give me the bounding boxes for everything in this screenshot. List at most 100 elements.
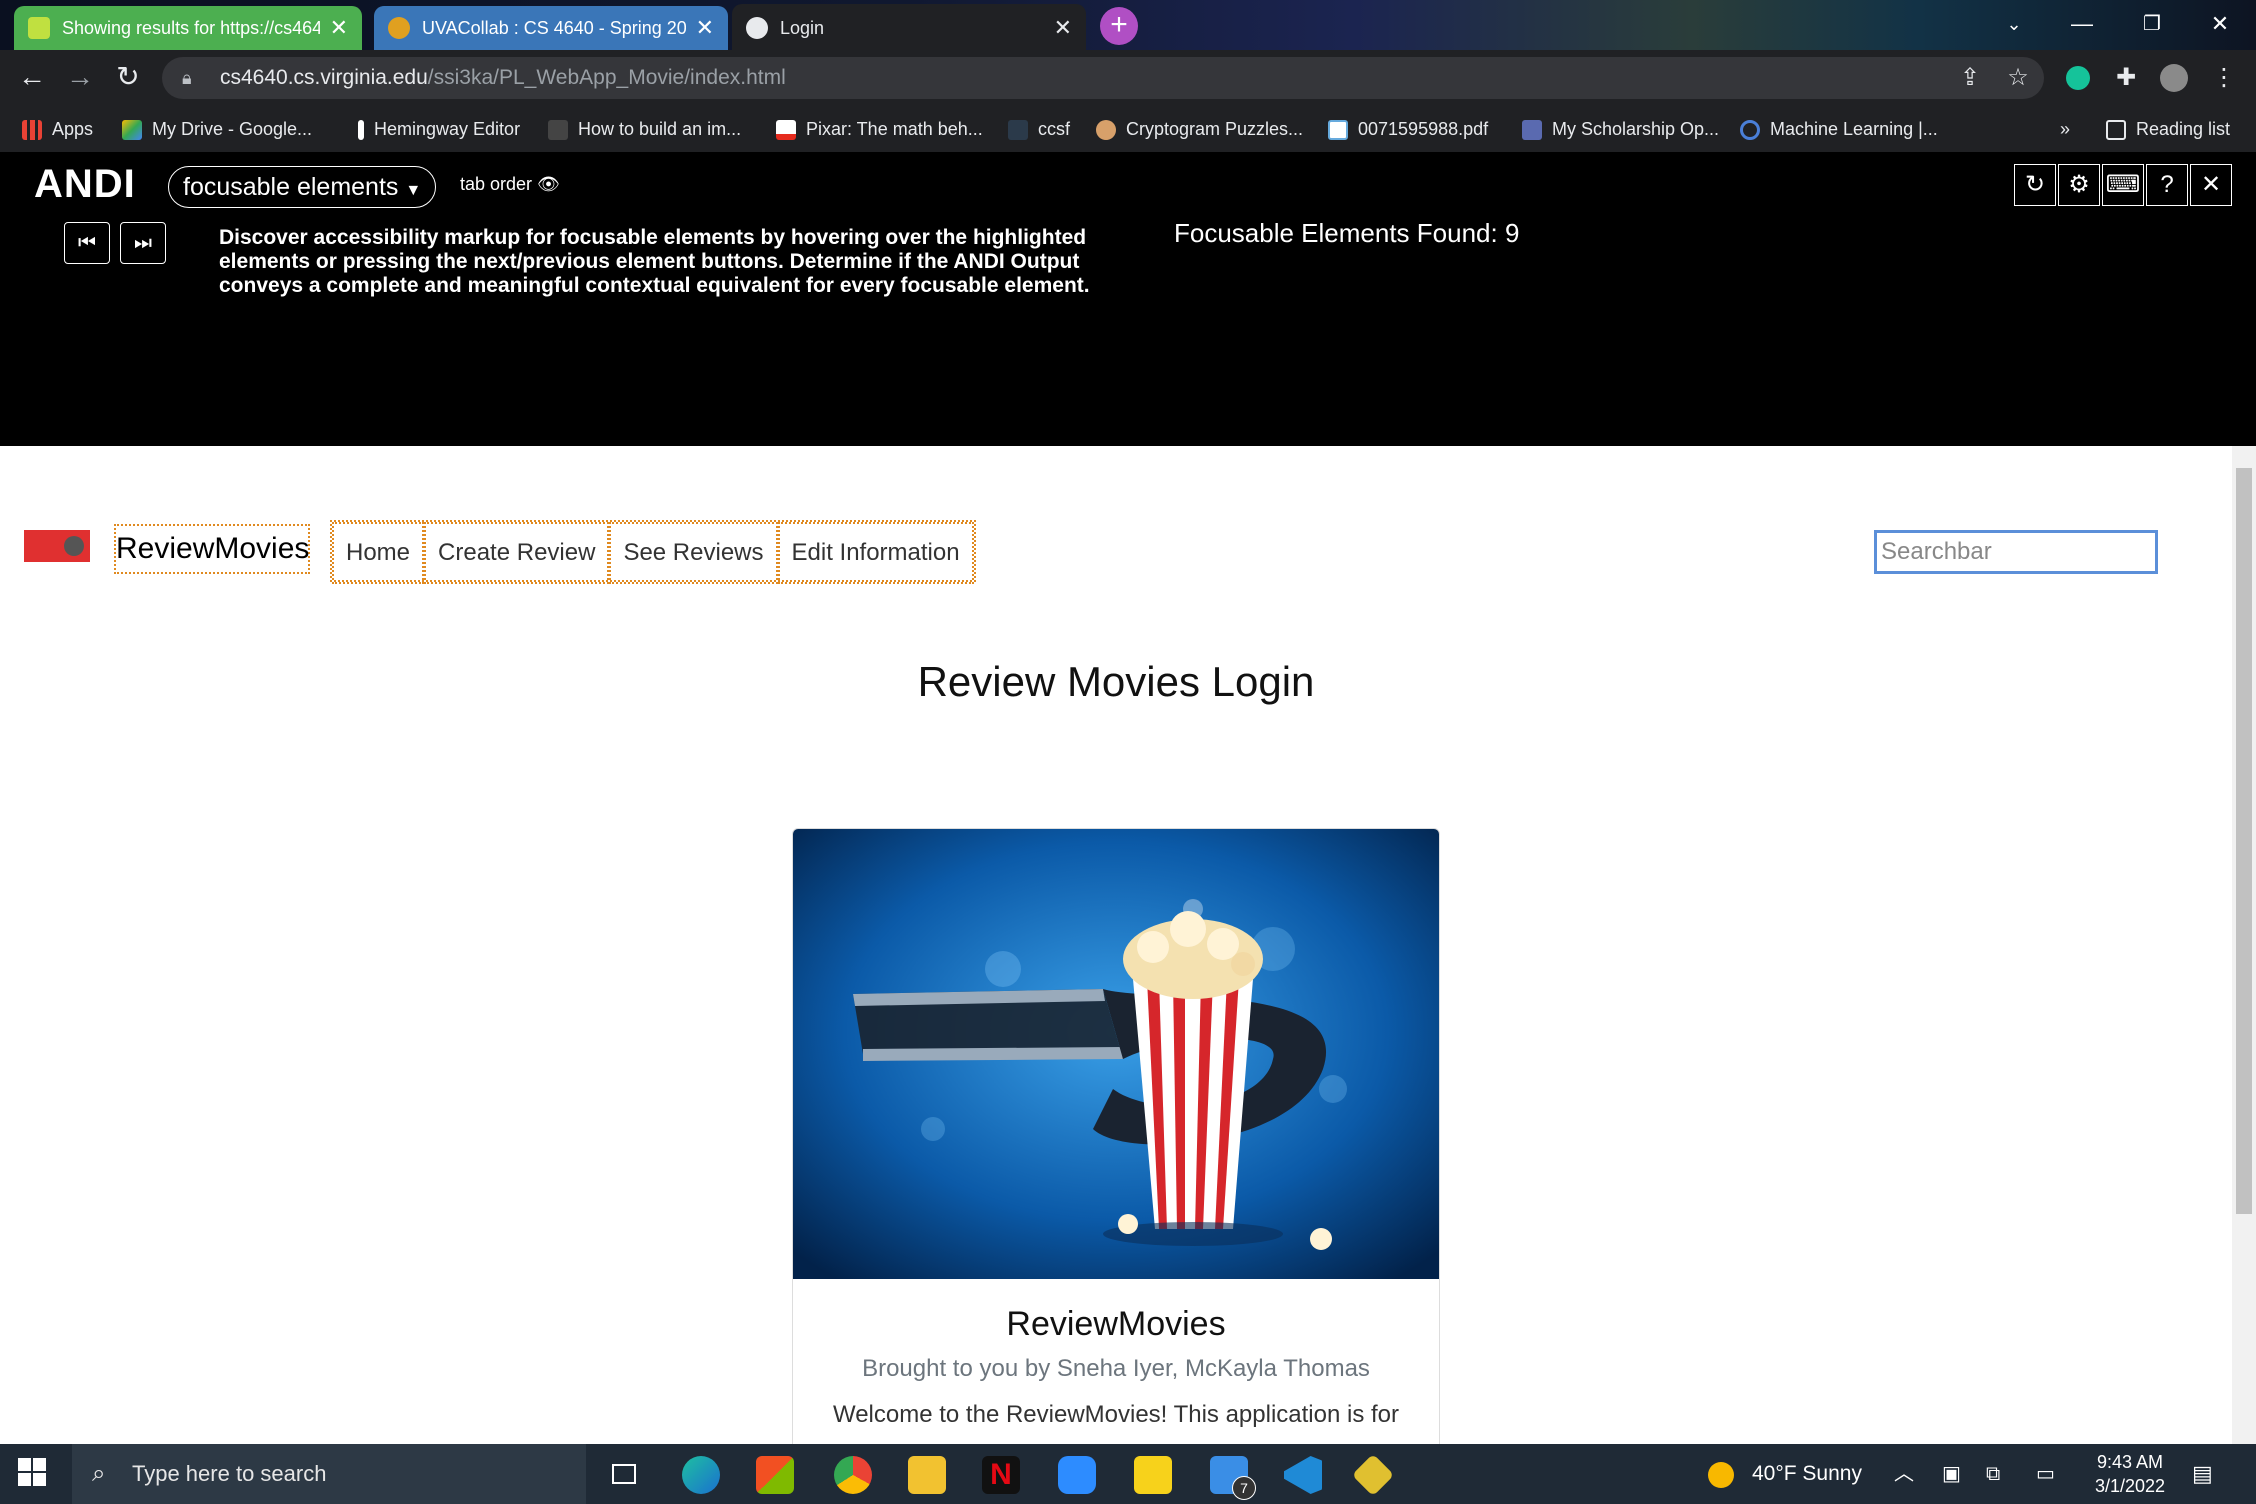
tray-chevron-icon[interactable]: ︿	[1894, 1444, 1914, 1504]
clock[interactable]: 9:43 AM 3/1/2022	[2080, 1450, 2180, 1498]
taskbar-search-input[interactable]: ⌕ Type here to search	[72, 1444, 586, 1504]
bookmark-scholarship[interactable]: My Scholarship Op...	[1522, 106, 1719, 152]
google-drive-icon	[122, 120, 142, 141]
tab-strip: Showing results for https://cs464 ✕ UVAC…	[0, 0, 2256, 52]
battery-icon[interactable]: ▭	[2036, 1444, 2055, 1504]
bookmark-pdf[interactable]: 0071595988.pdf	[1328, 106, 1488, 152]
chrome-icon[interactable]	[834, 1456, 872, 1494]
nav-edit-information[interactable]: Edit Information	[777, 522, 974, 584]
reload-icon[interactable]: ↻	[110, 59, 146, 95]
reading-list-icon	[2106, 120, 2126, 141]
page-icon	[548, 120, 568, 141]
netflix-icon[interactable]: N	[982, 1456, 1020, 1494]
bookmark-how-to-build[interactable]: How to build an im...	[548, 106, 741, 152]
store-icon[interactable]	[756, 1456, 794, 1494]
clock-time: 9:43 AM	[2096, 1452, 2164, 1472]
keyboard-icon[interactable]: ⌨	[2102, 164, 2144, 206]
bookmark-star-icon[interactable]: ☆	[2000, 60, 2036, 96]
forward-icon[interactable]: →	[62, 59, 98, 95]
nav-see-reviews[interactable]: See Reviews	[609, 522, 778, 584]
bookmark-ccsf[interactable]: ccsf	[1008, 106, 1070, 152]
meet-now-icon[interactable]: ▣	[1942, 1444, 1961, 1504]
bookmark-my-drive[interactable]: My Drive - Google...	[122, 106, 312, 152]
zoom-icon[interactable]	[1058, 1456, 1096, 1494]
bookmarks-bar: Apps My Drive - Google... Hemingway Edit…	[0, 106, 2256, 152]
share-icon[interactable]: ⇪	[1952, 60, 1988, 96]
new-tab-button[interactable]: +	[1100, 7, 1138, 45]
ccsf-icon	[1008, 120, 1028, 141]
coursera-icon	[1740, 120, 1760, 141]
bookmark-cryptogram[interactable]: Cryptogram Puzzles...	[1096, 106, 1303, 152]
close-tab-icon[interactable]: ✕	[330, 15, 348, 41]
bookmarks-overflow[interactable]: »	[2060, 106, 2070, 152]
card-title: ReviewMovies	[1006, 1305, 1226, 1343]
settings-gear-icon[interactable]: ⚙	[2058, 164, 2100, 206]
bookmark-machine-learning[interactable]: Machine Learning |...	[1740, 106, 1938, 152]
browser-toolbar: ← → ↻ 🔒︎ cs4640.cs.virginia.edu/ssi3ka/P…	[0, 50, 2256, 106]
tab-search-icon[interactable]: ⌄	[1984, 6, 2044, 42]
menu-icon[interactable]: ⋮	[2206, 60, 2242, 96]
display-icon[interactable]: ⧉	[1986, 1444, 2000, 1504]
browser-tab-results[interactable]: Showing results for https://cs464 ✕	[14, 6, 362, 50]
nav-create-review[interactable]: Create Review	[424, 522, 610, 584]
andi-description: Discover accessibility markup for focusa…	[219, 226, 1090, 297]
cryptogram-icon	[1096, 120, 1116, 141]
windows-taskbar: ⌕ Type here to search N 7 40°F Sunny ︿ ▣…	[0, 1444, 2256, 1504]
bookmark-hemingway[interactable]: Hemingway Editor	[358, 106, 520, 152]
page-scrollbar[interactable]	[2232, 446, 2256, 1444]
url-path: /ssi3ka/PL_WebApp_Movie/index.html	[427, 66, 786, 89]
grammarly-icon[interactable]	[2060, 60, 2096, 96]
git-icon[interactable]	[1351, 1453, 1395, 1497]
andi-module-select[interactable]: focusable elements ▼	[168, 166, 436, 208]
eye-icon: 👁︎	[537, 174, 560, 194]
edge-icon[interactable]	[682, 1456, 720, 1494]
scholarship-icon	[1522, 120, 1542, 141]
tab-favicon	[28, 17, 50, 39]
address-bar[interactable]: 🔒︎ cs4640.cs.virginia.edu/ssi3ka/PL_WebA…	[162, 57, 2044, 99]
close-tab-icon[interactable]: ✕	[696, 15, 714, 41]
close-andi-icon[interactable]: ✕	[2190, 164, 2232, 206]
extensions-icon[interactable]: ✚	[2108, 60, 2144, 96]
apps-grid-icon	[22, 120, 42, 141]
reading-list[interactable]: Reading list	[2106, 106, 2230, 152]
bookmark-pixar[interactable]: Pixar: The math beh...	[776, 106, 983, 152]
restore-icon[interactable]: ❐	[2122, 6, 2182, 42]
notifications-icon[interactable]: ▤	[2192, 1444, 2213, 1504]
search-input[interactable]: Searchbar	[1874, 530, 2158, 574]
profile-avatar[interactable]	[2156, 60, 2192, 96]
help-icon[interactable]: ?	[2146, 164, 2188, 206]
close-tab-icon[interactable]: ✕	[1054, 15, 1072, 41]
url-host: cs4640.cs.virginia.edu	[220, 66, 428, 89]
brand-link[interactable]: ReviewMovies	[114, 524, 310, 574]
ted-icon	[776, 120, 796, 141]
andi-toolbar: ANDI focusable elements ▼ tab order 👁︎ ⏮…	[0, 152, 2256, 446]
previous-element-button[interactable]: ⏮︎	[64, 222, 110, 264]
back-icon[interactable]: ←	[14, 59, 50, 95]
tab-favicon	[388, 17, 410, 39]
file-explorer-icon[interactable]	[908, 1456, 946, 1494]
task-view-icon[interactable]	[606, 1456, 644, 1494]
windows-start-icon[interactable]	[18, 1458, 46, 1491]
page-title: Review Movies Login	[917, 658, 1315, 705]
vscode-icon[interactable]	[1284, 1456, 1322, 1494]
browser-tab-login[interactable]: Login ✕	[732, 4, 1086, 52]
refresh-icon[interactable]: ↻	[2014, 164, 2056, 206]
weather-text[interactable]: 40°F Sunny	[1752, 1444, 1862, 1504]
close-window-icon[interactable]: ✕	[2190, 6, 2250, 42]
phone-link-icon[interactable]: 7	[1210, 1456, 1256, 1500]
tab-order-toggle[interactable]: tab order 👁︎	[460, 174, 560, 195]
nav-home[interactable]: Home	[332, 522, 425, 584]
weather-sun-icon[interactable]	[1708, 1462, 1734, 1488]
browser-tab-uvacollab[interactable]: UVACollab : CS 4640 - Spring 20 ✕	[374, 6, 728, 50]
tab-title: Showing results for https://cs464	[62, 17, 320, 38]
scrollbar-thumb[interactable]	[2236, 468, 2252, 1214]
card-text: Welcome to the ReviewMovies! This applic…	[832, 1401, 1399, 1428]
sticky-notes-icon[interactable]	[1134, 1456, 1172, 1494]
focusable-count: Focusable Elements Found: 9	[1174, 218, 1520, 248]
tab-title: Login	[780, 17, 825, 38]
bookmark-apps[interactable]: Apps	[22, 106, 93, 152]
pdf-icon	[1328, 120, 1348, 141]
minimize-icon[interactable]: —	[2052, 6, 2112, 42]
site-logo[interactable]	[24, 530, 90, 562]
next-element-button[interactable]: ⏭︎	[120, 222, 166, 264]
